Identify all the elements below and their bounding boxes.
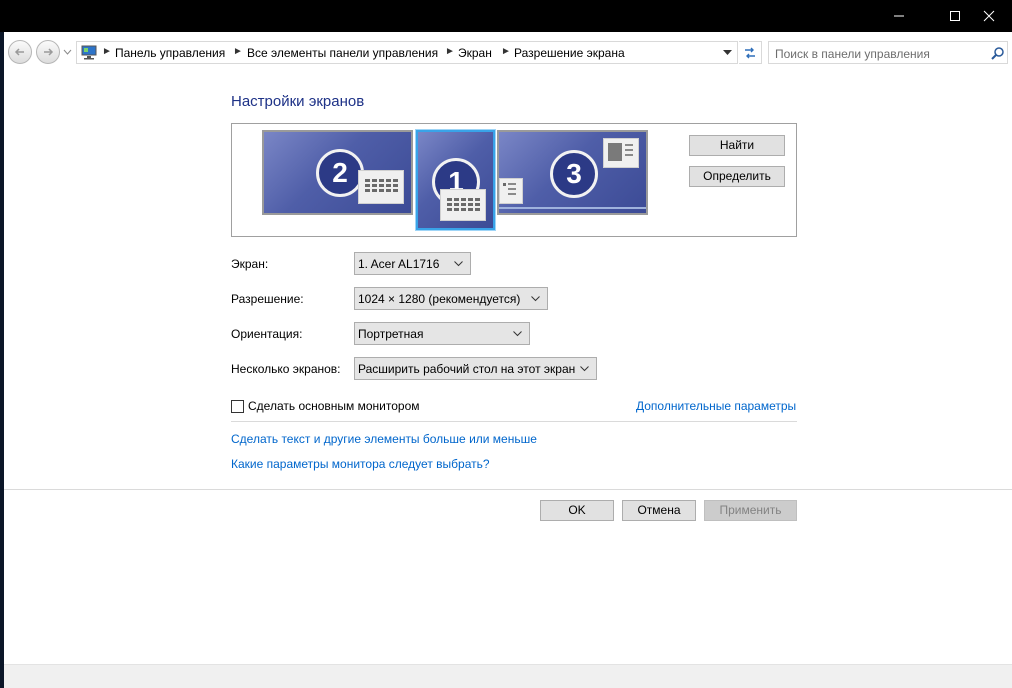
ok-button[interactable]: OK	[540, 500, 614, 521]
screen-select[interactable]: 1. Acer AL1716	[354, 252, 471, 275]
monitor-number: 2	[316, 149, 364, 197]
title-bar	[0, 0, 1012, 32]
close-button[interactable]	[966, 0, 1012, 32]
orientation-select[interactable]: Портретная	[354, 322, 530, 345]
monitor-thumbnail-icon	[440, 189, 486, 221]
chevron-down-icon	[580, 366, 589, 372]
orientation-select-value: Портретная	[358, 327, 424, 341]
back-arrow-icon	[14, 48, 24, 56]
multiple-displays-select[interactable]: Расширить рабочий стол на этот экран	[354, 357, 597, 380]
search-icon[interactable]	[991, 46, 1005, 60]
find-button[interactable]: Найти	[689, 135, 785, 156]
breadcrumb-control-panel[interactable]: Панель управления	[115, 46, 225, 60]
back-button[interactable]	[8, 40, 32, 64]
control-panel-icon	[81, 45, 97, 60]
forward-button[interactable]	[36, 40, 60, 64]
identify-button[interactable]: Определить	[689, 166, 785, 187]
forward-arrow-icon	[44, 48, 54, 56]
minimize-button[interactable]	[876, 0, 922, 32]
refresh-button[interactable]	[739, 41, 762, 64]
multiple-displays-select-value: Расширить рабочий стол на этот экран	[358, 362, 576, 376]
resolution-label: Разрешение:	[231, 292, 304, 306]
monitor-thumbnail-icon	[603, 138, 639, 168]
apply-button[interactable]: Применить	[704, 500, 797, 521]
monitor-thumbnail-icon	[358, 170, 404, 204]
status-strip	[4, 664, 1012, 688]
breadcrumb-screen-resolution[interactable]: Разрешение экрана	[514, 46, 625, 60]
monitor-1[interactable]: 1	[415, 129, 496, 231]
breadcrumb-separator: ►	[501, 46, 511, 57]
close-icon	[983, 10, 995, 22]
multiple-displays-label: Несколько экранов:	[231, 362, 341, 376]
search-box[interactable]	[768, 41, 1008, 64]
resolution-select-value: 1024 × 1280 (рекомендуется)	[358, 292, 521, 306]
window-edge	[0, 32, 4, 688]
orientation-label: Ориентация:	[231, 327, 303, 341]
text-size-link[interactable]: Сделать текст и другие элементы больше и…	[231, 432, 537, 446]
screen-select-value: 1. Acer AL1716	[358, 257, 440, 271]
breadcrumb-display[interactable]: Экран	[458, 46, 492, 60]
breadcrumb-separator: ►	[233, 46, 243, 57]
chevron-down-icon	[454, 261, 463, 267]
advanced-settings-link[interactable]: Дополнительные параметры	[636, 399, 796, 413]
maximize-icon	[950, 11, 960, 21]
address-dropdown-icon[interactable]	[723, 50, 732, 56]
recent-pages-chevron-icon[interactable]	[63, 49, 72, 55]
divider	[231, 421, 797, 422]
chevron-down-icon	[513, 331, 522, 337]
which-settings-link[interactable]: Какие параметры монитора следует выбрать…	[231, 457, 490, 471]
minimize-icon	[894, 15, 904, 17]
breadcrumb-all-items[interactable]: Все элементы панели управления	[247, 46, 438, 60]
search-input[interactable]	[773, 44, 982, 63]
window-thumbnail-icon	[499, 178, 523, 204]
monitor-number: 3	[550, 150, 598, 198]
screen-label: Экран:	[231, 257, 269, 271]
divider	[4, 489, 1012, 490]
monitor-arrangement: 2 3 1 Найти Определить	[231, 123, 797, 237]
resolution-select[interactable]: 1024 × 1280 (рекомендуется)	[354, 287, 548, 310]
cancel-button[interactable]: Отмена	[622, 500, 696, 521]
breadcrumb-separator: ►	[445, 46, 455, 57]
breadcrumb-separator: ►	[102, 46, 112, 57]
page-title: Настройки экранов	[231, 93, 365, 110]
refresh-icon	[745, 47, 755, 59]
chevron-down-icon	[531, 296, 540, 302]
address-bar[interactable]: ► Панель управления ► Все элементы панел…	[76, 41, 738, 64]
primary-monitor-label[interactable]: Сделать основным монитором	[248, 399, 420, 413]
monitor-2[interactable]: 2	[262, 130, 413, 215]
primary-monitor-checkbox[interactable]	[231, 400, 244, 413]
